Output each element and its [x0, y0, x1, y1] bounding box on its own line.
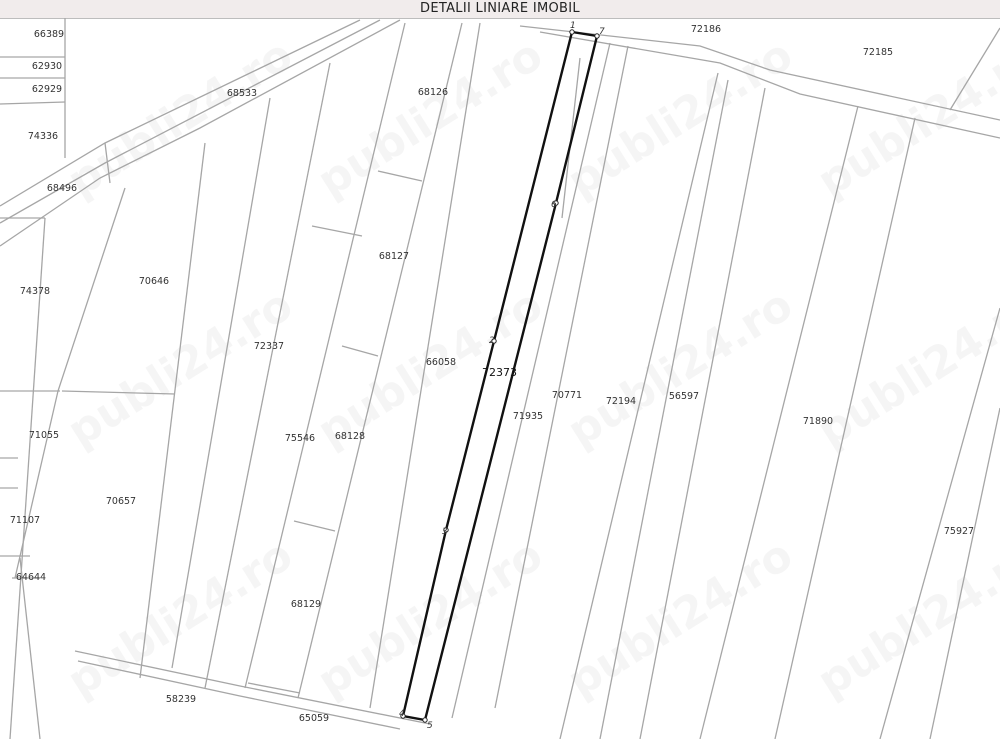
parcel-label[interactable]: 75546	[285, 433, 315, 444]
vertex-label: 6	[551, 200, 557, 210]
page-title: DETALII LINIARE IMOBIL	[0, 0, 1000, 19]
vertex-label: 3	[442, 527, 448, 537]
parcel-label[interactable]: 66389	[34, 29, 64, 40]
parcel-label[interactable]: 70657	[106, 496, 136, 507]
vertex-label: 4	[399, 709, 405, 719]
vertex-label: 1	[570, 21, 576, 31]
parcel-label[interactable]: 71890	[803, 416, 833, 427]
parcel-label[interactable]: 71107	[10, 515, 40, 526]
cadastral-map[interactable]: publi24.ropubli24.ropubli24.ropubli24.ro…	[0, 18, 1000, 739]
watermark: publi24.ro	[559, 279, 802, 457]
watermark: publi24.ro	[809, 529, 1000, 707]
parcel-label[interactable]: 58239	[166, 694, 196, 705]
watermark: publi24.ro	[809, 279, 1000, 457]
parcel-label[interactable]: 68128	[335, 431, 365, 442]
parcel-label[interactable]: 72194	[606, 396, 636, 407]
parcel-label[interactable]: 70646	[139, 276, 169, 287]
parcel-label[interactable]: 71935	[513, 411, 543, 422]
parcel-label[interactable]: 71055	[29, 430, 59, 441]
parcel-label[interactable]: 62930	[32, 61, 62, 72]
parcel-label[interactable]: 72185	[863, 47, 893, 58]
watermark: publi24.ro	[59, 279, 302, 457]
watermark: publi24.ro	[309, 29, 552, 207]
parcel-label[interactable]: 68533	[227, 88, 257, 99]
parcel-label[interactable]: 74336	[28, 131, 58, 142]
watermark: publi24.ro	[809, 29, 1000, 207]
parcel-label[interactable]: 68129	[291, 599, 321, 610]
parcel-label[interactable]: 68127	[379, 251, 409, 262]
parcel-label[interactable]: 66058	[426, 357, 456, 368]
parcel-label[interactable]: 62929	[32, 84, 62, 95]
parcel-label[interactable]: 75927	[944, 526, 974, 537]
parcel-label[interactable]: 72337	[254, 341, 284, 352]
parcel-label[interactable]: 64644	[16, 572, 46, 583]
subject-parcel-label: 72373	[482, 366, 517, 379]
vertex-label: 7	[599, 27, 605, 37]
parcel-label[interactable]: 68126	[418, 87, 448, 98]
map-page: DETALII LINIARE IMOBIL publi24.ropubli24…	[0, 0, 1000, 739]
watermark: publi24.ro	[559, 529, 802, 707]
watermark: publi24.ro	[309, 529, 552, 707]
vertex-label: 2	[489, 336, 495, 346]
vertex-label: 5	[427, 721, 433, 731]
parcel-label[interactable]: 72186	[691, 24, 721, 35]
parcel-label[interactable]: 68496	[47, 183, 77, 194]
parcel-label[interactable]: 70771	[552, 390, 582, 401]
parcel-label[interactable]: 74378	[20, 286, 50, 297]
parcel-label[interactable]: 65059	[299, 713, 329, 724]
parcel-label[interactable]: 56597	[669, 391, 699, 402]
